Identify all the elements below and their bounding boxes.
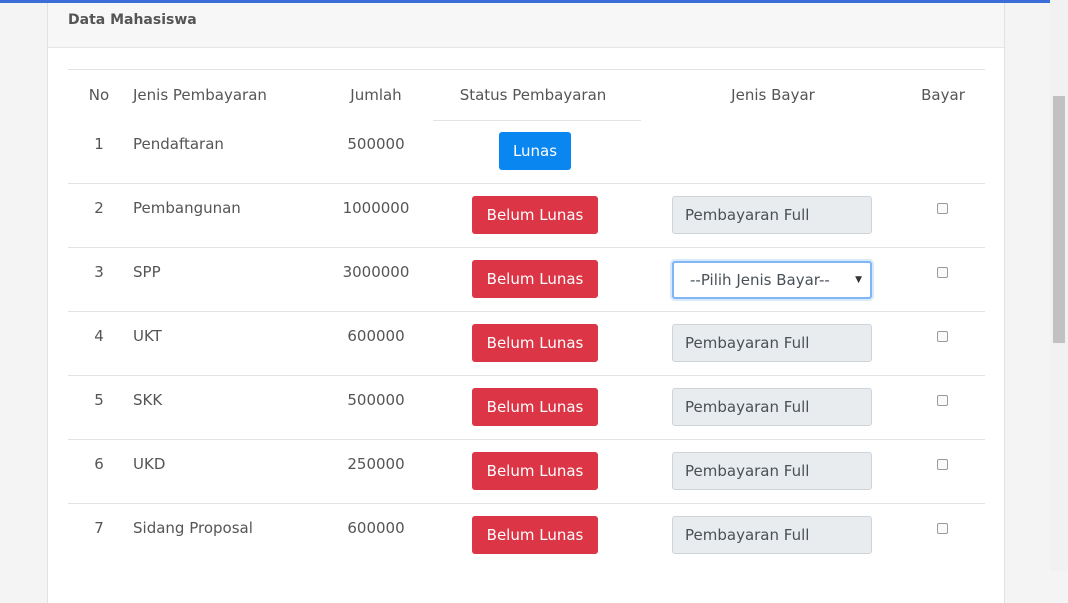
jenis-bayar-field: Pembayaran Full: [672, 516, 872, 554]
bayar-checkbox[interactable]: [937, 203, 948, 214]
data-card: Data Mahasiswa No Jenis Pembayaran Jumla…: [47, 3, 1005, 603]
row-jenis-pembayaran: Pembangunan: [133, 199, 241, 217]
bayar-checkbox[interactable]: [937, 459, 948, 470]
table-header-row: No Jenis Pembayaran Jumlah Status Pembay…: [68, 69, 985, 120]
row-divider: [433, 120, 641, 121]
jenis-bayar-field: Pembayaran Full: [672, 196, 872, 234]
header-jumlah: Jumlah: [350, 86, 402, 104]
row-jenis-pembayaran: Pendaftaran: [133, 135, 224, 153]
status-badge-belum-lunas[interactable]: Belum Lunas: [472, 516, 598, 554]
status-badge-lunas[interactable]: Lunas: [499, 132, 571, 170]
status-badge-belum-lunas[interactable]: Belum Lunas: [472, 260, 598, 298]
jenis-bayar-select-value: --Pilih Jenis Bayar--: [690, 271, 830, 289]
bayar-checkbox[interactable]: [937, 267, 948, 278]
row-jumlah: 3000000: [342, 263, 410, 281]
row-jumlah: 1000000: [342, 199, 410, 217]
row-jumlah: 600000: [347, 519, 405, 537]
table-row: 4 UKT 600000 Belum Lunas Pembayaran Full: [68, 311, 985, 375]
status-badge-belum-lunas[interactable]: Belum Lunas: [472, 388, 598, 426]
header-jenis-pembayaran: Jenis Pembayaran: [133, 86, 267, 104]
status-badge-belum-lunas[interactable]: Belum Lunas: [472, 452, 598, 490]
row-no: 2: [94, 199, 104, 217]
jenis-bayar-field: Pembayaran Full: [672, 452, 872, 490]
jenis-bayar-select[interactable]: --Pilih Jenis Bayar-- ▼: [672, 261, 872, 299]
table-row: 3 SPP 3000000 Belum Lunas --Pilih Jenis …: [68, 247, 985, 311]
header-status-pembayaran: Status Pembayaran: [459, 86, 607, 104]
jenis-bayar-field: Pembayaran Full: [672, 324, 872, 362]
row-no: 5: [94, 391, 104, 409]
bayar-checkbox[interactable]: [937, 395, 948, 406]
scrollbar-thumb[interactable]: [1053, 96, 1065, 343]
payment-table: No Jenis Pembayaran Jumlah Status Pembay…: [68, 69, 985, 567]
row-no: 4: [94, 327, 104, 345]
bayar-checkbox[interactable]: [937, 331, 948, 342]
jenis-bayar-field: Pembayaran Full: [672, 388, 872, 426]
row-no: 1: [94, 135, 104, 153]
row-jenis-pembayaran: SKK: [133, 391, 163, 409]
header-no: No: [88, 86, 110, 104]
row-no: 7: [94, 519, 104, 537]
row-jenis-pembayaran: SPP: [133, 263, 161, 281]
header-jenis-bayar: Jenis Bayar: [731, 86, 815, 104]
row-jenis-pembayaran: UKT: [133, 327, 162, 345]
row-no: 6: [94, 455, 104, 473]
row-no: 3: [94, 263, 104, 281]
row-jumlah: 500000: [347, 135, 405, 153]
card-title: Data Mahasiswa: [48, 3, 1004, 48]
row-jumlah: 500000: [347, 391, 405, 409]
row-jumlah: 250000: [347, 455, 405, 473]
table-row: 1 Pendaftaran 500000 Lunas: [68, 120, 985, 183]
row-jenis-pembayaran: UKD: [133, 455, 166, 473]
row-jenis-pembayaran: Sidang Proposal: [133, 519, 253, 537]
bayar-checkbox[interactable]: [937, 523, 948, 534]
table-row: 2 Pembangunan 1000000 Belum Lunas Pembay…: [68, 183, 985, 247]
header-bayar: Bayar: [921, 86, 965, 104]
status-badge-belum-lunas[interactable]: Belum Lunas: [472, 196, 598, 234]
status-badge-belum-lunas[interactable]: Belum Lunas: [472, 324, 598, 362]
caret-down-icon: ▼: [855, 275, 862, 285]
table-row: 7 Sidang Proposal 600000 Belum Lunas Pem…: [68, 503, 985, 567]
row-jumlah: 600000: [347, 327, 405, 345]
table-row: 6 UKD 250000 Belum Lunas Pembayaran Full: [68, 439, 985, 503]
table-row: 5 SKK 500000 Belum Lunas Pembayaran Full: [68, 375, 985, 439]
vertical-scrollbar[interactable]: [1050, 0, 1068, 571]
